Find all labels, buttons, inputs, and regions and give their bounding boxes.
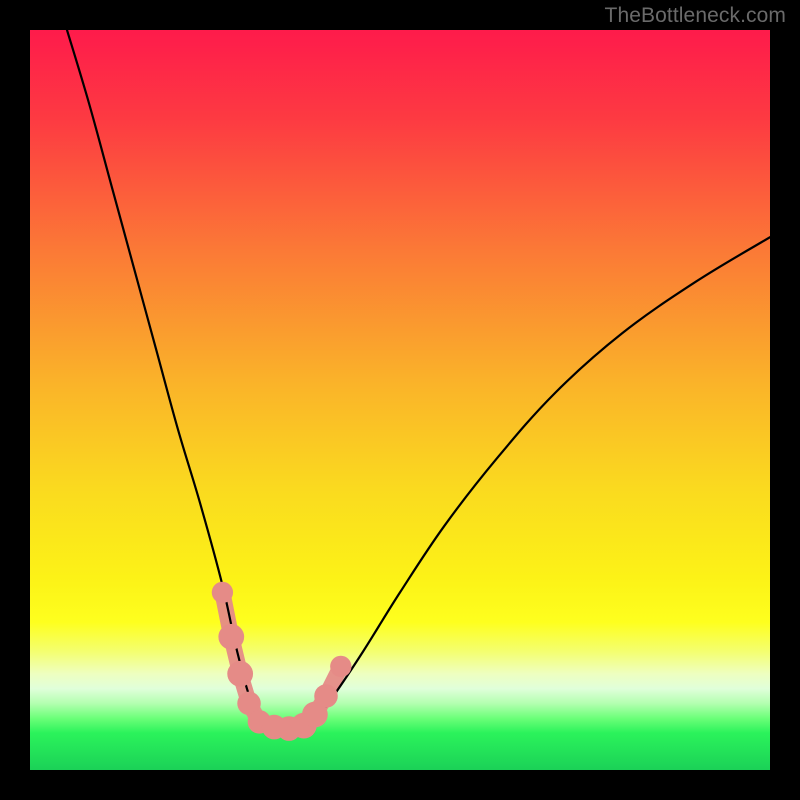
data-marker bbox=[227, 661, 253, 687]
chart-frame: TheBottleneck.com bbox=[0, 0, 800, 800]
watermark-text: TheBottleneck.com bbox=[605, 4, 786, 28]
data-marker bbox=[314, 684, 338, 708]
data-marker bbox=[212, 582, 233, 603]
curve-left-branch bbox=[67, 30, 267, 726]
data-marker bbox=[330, 656, 351, 677]
curve-layer bbox=[30, 30, 770, 770]
plot-area bbox=[30, 30, 770, 770]
curve-right-branch bbox=[311, 237, 770, 725]
data-marker bbox=[218, 624, 244, 650]
